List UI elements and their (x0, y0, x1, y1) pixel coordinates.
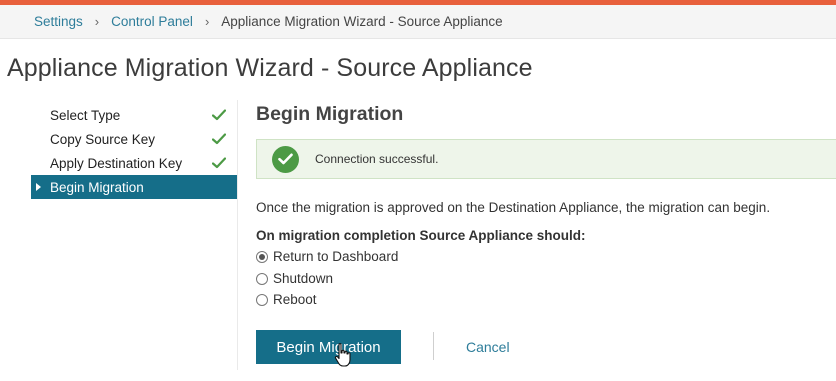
radio-label: Reboot (273, 292, 317, 307)
radio-button-selected[interactable] (256, 250, 268, 263)
wizard-steps: Select Type Copy Source Key Apply Destin… (31, 103, 237, 199)
step-apply-destination-key[interactable]: Apply Destination Key (31, 151, 237, 175)
check-circle-icon (272, 145, 299, 173)
radio-shutdown[interactable]: Shutdown (256, 271, 333, 286)
step-label: Begin Migration (50, 179, 144, 195)
breadcrumb-separator: › (94, 14, 100, 29)
breadcrumb: Settings › Control Panel › Appliance Mig… (0, 5, 836, 39)
page-title: Appliance Migration Wizard - Source Appl… (7, 54, 533, 82)
completion-options-label: On migration completion Source Appliance… (256, 228, 586, 243)
success-alert: Connection successful. (256, 139, 836, 179)
section-title: Begin Migration (256, 103, 404, 125)
radio-button[interactable] (256, 272, 268, 285)
breadcrumb-separator: › (204, 14, 210, 29)
step-copy-source-key[interactable]: Copy Source Key (31, 127, 237, 151)
radio-label: Return to Dashboard (273, 249, 399, 264)
step-label: Copy Source Key (50, 131, 156, 147)
button-divider (433, 332, 434, 360)
step-begin-migration[interactable]: Begin Migration (31, 175, 237, 199)
step-label: Select Type (50, 107, 121, 123)
breadcrumb-control-panel[interactable]: Control Panel (111, 14, 193, 29)
vertical-divider (237, 100, 238, 370)
breadcrumb-current: Appliance Migration Wizard - Source Appl… (221, 14, 503, 29)
radio-return-to-dashboard[interactable]: Return to Dashboard (256, 249, 398, 264)
hand-cursor-icon (334, 342, 352, 368)
step-select-type[interactable]: Select Type (31, 103, 237, 127)
check-icon (211, 131, 227, 147)
check-icon (211, 107, 227, 123)
step-label: Apply Destination Key (50, 155, 183, 171)
radio-reboot[interactable]: Reboot (256, 292, 317, 307)
breadcrumb-settings[interactable]: Settings (34, 14, 83, 29)
radio-label: Shutdown (273, 271, 334, 286)
info-text: Once the migration is approved on the De… (256, 200, 771, 215)
begin-migration-button[interactable]: Begin Migration (256, 330, 401, 364)
cancel-link[interactable]: Cancel (466, 339, 510, 355)
alert-text: Connection successful. (315, 152, 439, 166)
radio-button[interactable] (256, 293, 268, 306)
check-icon (211, 155, 227, 171)
